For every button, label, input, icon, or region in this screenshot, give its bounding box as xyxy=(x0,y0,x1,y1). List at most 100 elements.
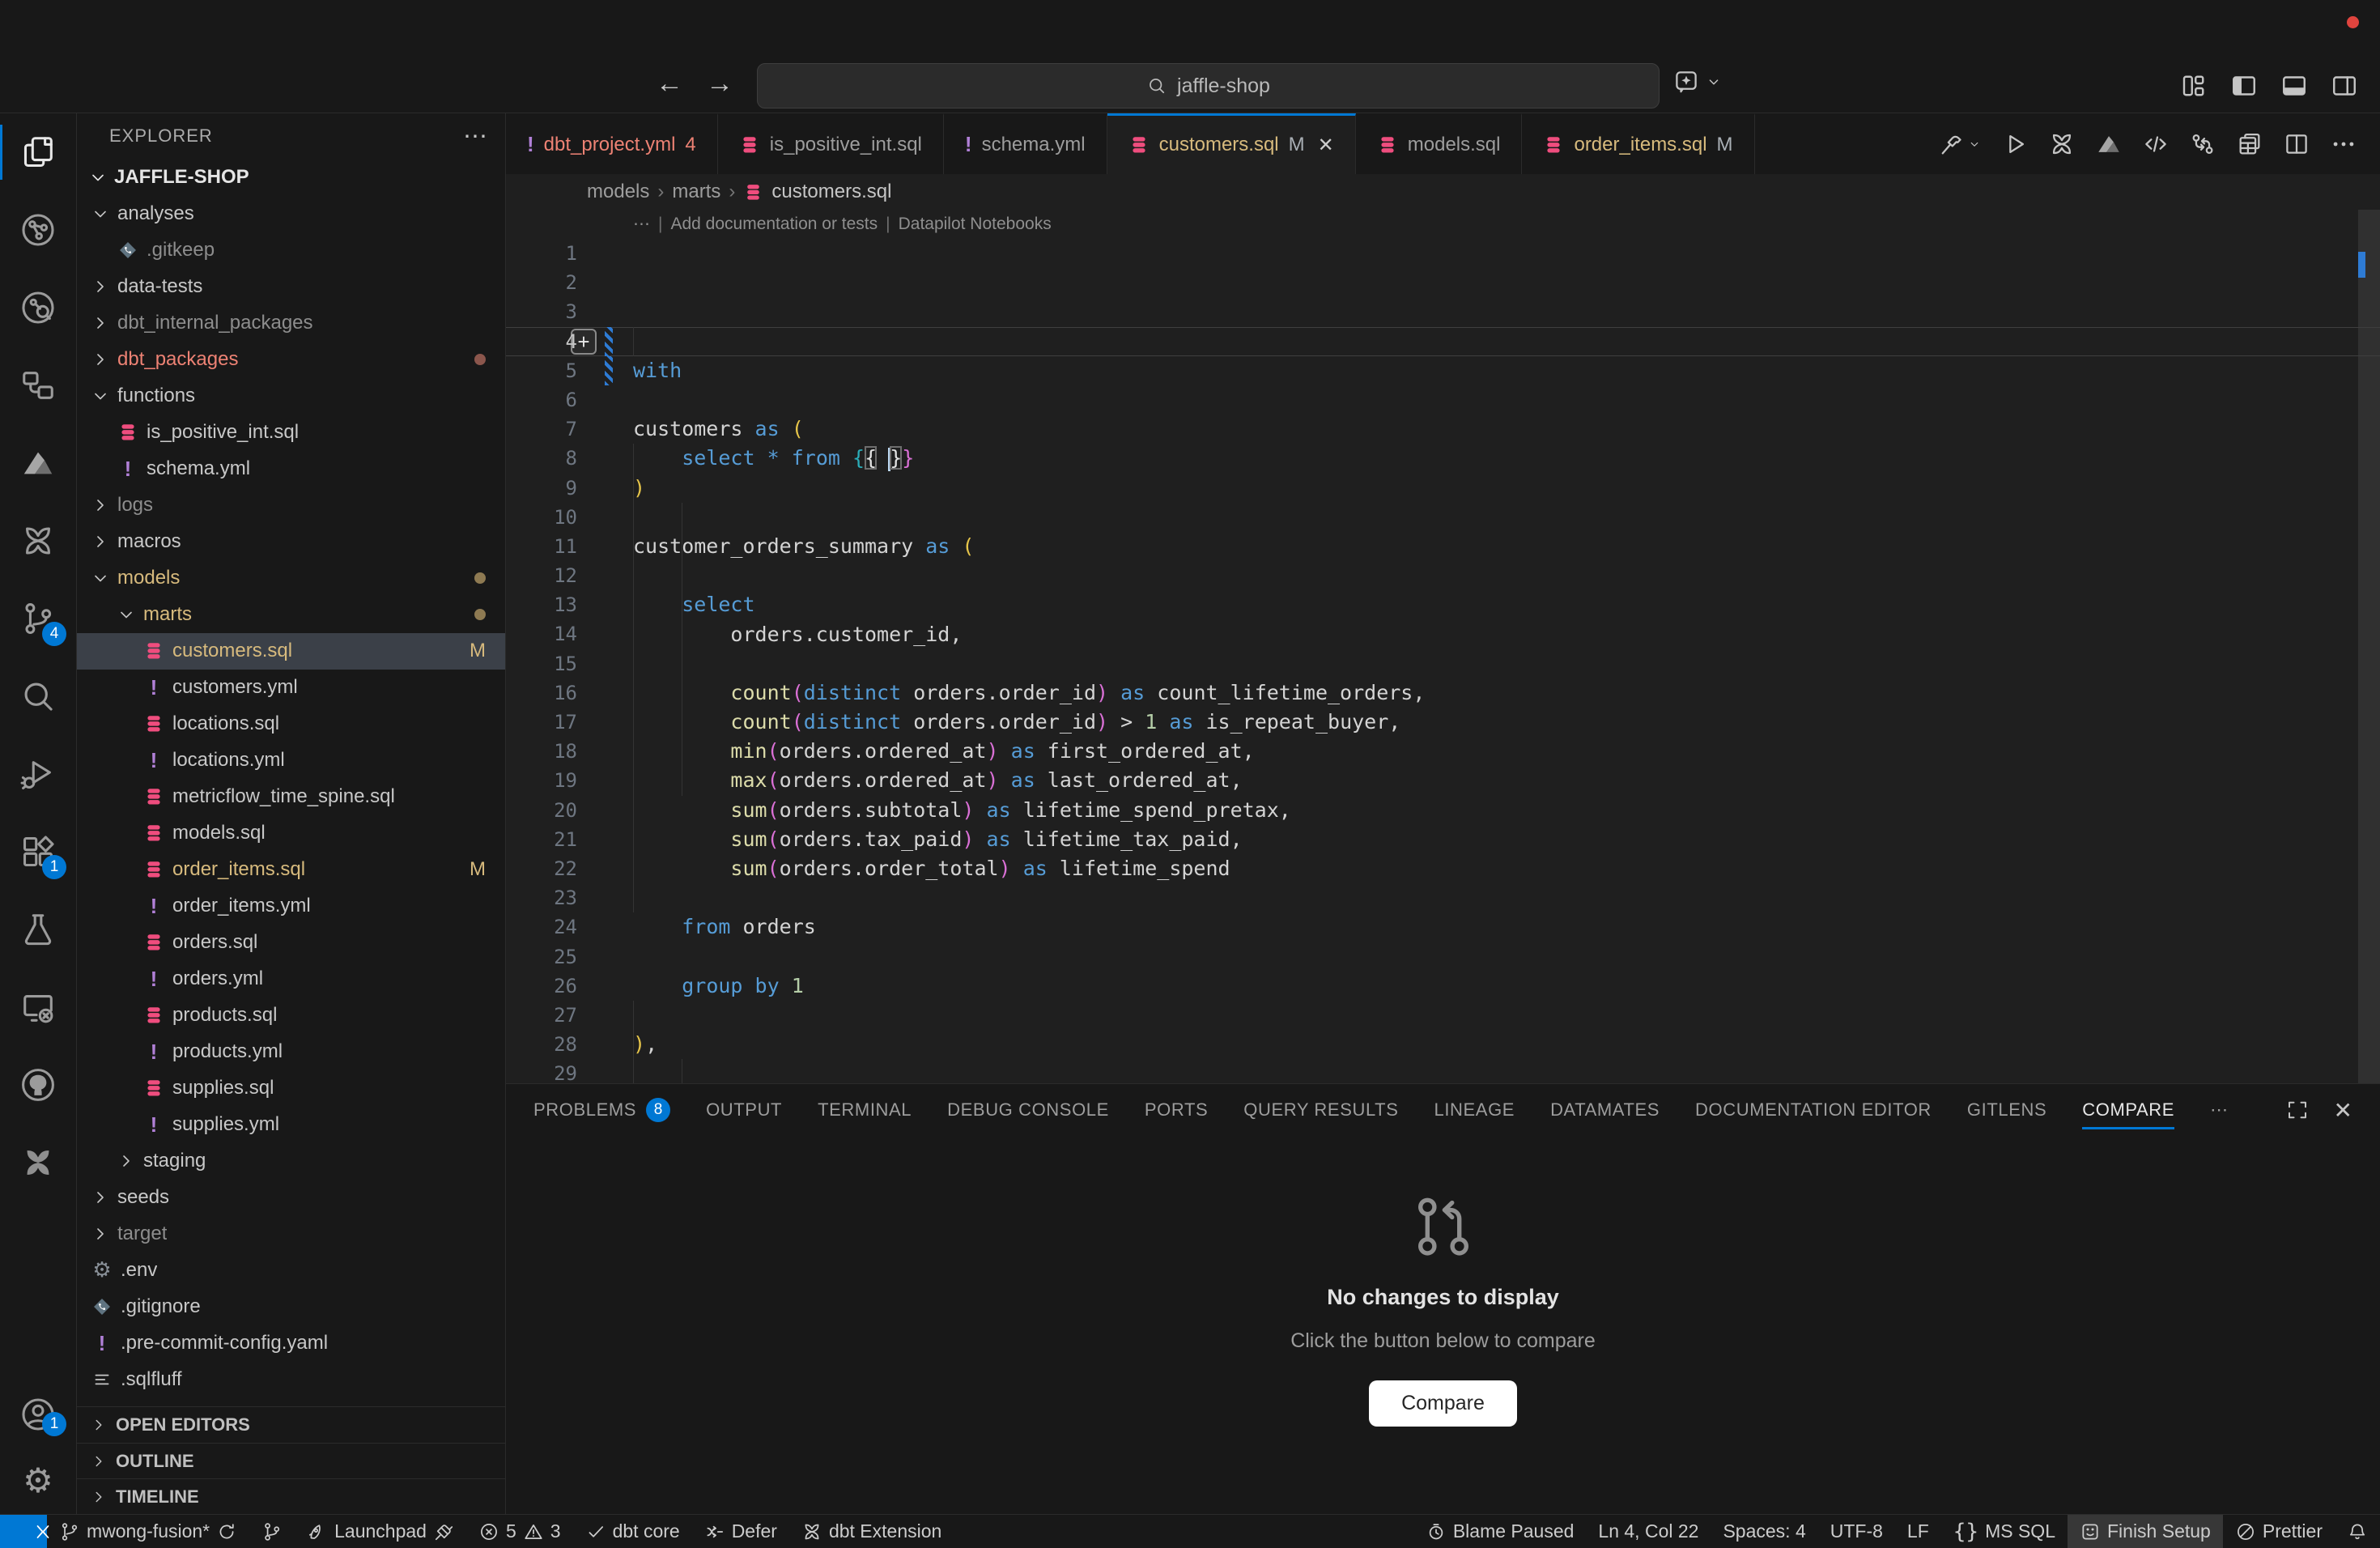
codelens-link[interactable]: Datapilot Notebooks xyxy=(899,215,1052,233)
panel-tab-output[interactable]: OUTPUT xyxy=(706,1084,782,1136)
tab-models.sql[interactable]: models.sql xyxy=(1356,113,1523,174)
section-open-editors[interactable]: OPEN EDITORS xyxy=(77,1407,505,1443)
tree-item-customers.yml[interactable]: !customers.yml xyxy=(77,670,505,706)
panel-more-tabs[interactable]: ⋯ xyxy=(2210,1084,2229,1136)
code-line-20[interactable]: 20 from orders xyxy=(506,796,2380,825)
git-graph-item[interactable] xyxy=(249,1515,295,1548)
activity-testing[interactable] xyxy=(0,891,76,968)
code-line-27[interactable]: 27 xyxy=(506,1001,2380,1030)
tab-is_positive_int.sql[interactable]: is_positive_int.sql xyxy=(718,113,944,174)
panel-tab-lineage[interactable]: LINEAGE xyxy=(1434,1084,1515,1136)
activity-remote-explorer[interactable] xyxy=(0,968,76,1046)
code-line-3[interactable]: 3customers as ( xyxy=(506,297,2380,326)
tree-item-orders.sql[interactable]: orders.sql xyxy=(77,925,505,961)
close-panel-icon[interactable]: ✕ xyxy=(2334,1097,2352,1124)
codelens-more[interactable]: ⋯ xyxy=(633,215,650,233)
compare-button[interactable]: Compare xyxy=(1369,1380,1517,1427)
launchpad-item[interactable]: Launchpad xyxy=(295,1515,466,1548)
breadcrumb-item[interactable]: marts xyxy=(672,181,720,203)
panel-tab-gitlens[interactable]: GITLENS xyxy=(1967,1084,2046,1136)
tree-item-analyses[interactable]: analyses xyxy=(77,196,505,232)
tree-item-supplies.sql[interactable]: supplies.sql xyxy=(77,1070,505,1107)
code-line-6[interactable]: 6 xyxy=(506,385,2380,415)
panel-tab-datamates[interactable]: DATAMATES xyxy=(1550,1084,1660,1136)
activity-datapilot[interactable] xyxy=(0,424,76,502)
tree-item-models.sql[interactable]: models.sql xyxy=(77,815,505,852)
dbt-extension-item[interactable]: dbt Extension xyxy=(789,1515,954,1548)
cursor-position[interactable]: Ln 4, Col 22 xyxy=(1586,1515,1711,1548)
eol[interactable]: LF xyxy=(1895,1515,1941,1548)
tree-item-products.yml[interactable]: !products.yml xyxy=(77,1034,505,1070)
tree-item-order_items.sql[interactable]: order_items.sqlM xyxy=(77,852,505,888)
code-line-22[interactable]: 22 group by 1 xyxy=(506,854,2380,883)
breadcrumb[interactable]: models› marts› customers.sql xyxy=(506,174,2380,210)
activity-dbt-lineage[interactable] xyxy=(0,191,76,269)
tree-item-.gitkeep[interactable]: .gitkeep xyxy=(77,232,505,269)
code-line-9[interactable]: 9 select xyxy=(506,474,2380,503)
code-line-1[interactable]: 1with xyxy=(506,239,2380,268)
command-center-search[interactable]: jaffle-shop xyxy=(757,63,1660,108)
build-tool-button[interactable] xyxy=(1936,130,1982,158)
code-line-28[interactable]: 28 select xyxy=(506,1030,2380,1059)
tree-item-.env[interactable]: ⚙.env xyxy=(77,1252,505,1289)
tree-item-target[interactable]: target xyxy=(77,1216,505,1252)
encoding[interactable]: UTF-8 xyxy=(1818,1515,1895,1548)
tree-item-dbt_internal_packages[interactable]: dbt_internal_packages xyxy=(77,305,505,342)
code-line-21[interactable]: 21 xyxy=(506,825,2380,854)
activity-flow[interactable] xyxy=(0,347,76,424)
git-compare-button[interactable] xyxy=(2189,130,2216,158)
language-mode[interactable]: {}MS SQL xyxy=(1941,1515,2068,1548)
tab-schema.yml[interactable]: !schema.yml xyxy=(944,113,1107,174)
nav-back-button[interactable]: ← xyxy=(656,68,683,100)
code-line-16[interactable]: 16 sum(orders.subtotal) as lifetime_spen… xyxy=(506,678,2380,708)
code-line-18[interactable]: 18 sum(orders.order_total) as lifetime_s… xyxy=(506,737,2380,766)
code-line-15[interactable]: 15 max(orders.ordered_at) as last_ordere… xyxy=(506,649,2380,678)
maximize-panel-icon[interactable] xyxy=(2285,1098,2310,1122)
notifications-bell[interactable] xyxy=(2335,1515,2380,1548)
toggle-sidebar-icon[interactable] xyxy=(2229,71,2259,100)
panel-tab-documentation-editor[interactable]: DOCUMENTATION EDITOR xyxy=(1695,1084,1932,1136)
toggle-secondary-sidebar-icon[interactable] xyxy=(2330,71,2359,100)
tree-item-metricflow_time_spine.sql[interactable]: metricflow_time_spine.sql xyxy=(77,779,505,815)
workspace-root-folder[interactable]: JAFFLE-SHOP xyxy=(77,159,505,196)
tree-item-models[interactable]: models xyxy=(77,560,505,597)
activity-explorer[interactable] xyxy=(0,113,76,191)
code-line-24[interactable]: 24), xyxy=(506,912,2380,942)
panel-tab-terminal[interactable]: TERMINAL xyxy=(818,1084,912,1136)
tab-order_items.sql[interactable]: order_items.sql M xyxy=(1522,113,1754,174)
more-actions-button[interactable] xyxy=(2330,130,2357,158)
tree-item-dbt_packages[interactable]: dbt_packages xyxy=(77,342,505,378)
codelens-link[interactable]: Add documentation or tests xyxy=(670,215,878,233)
tree-item-data-tests[interactable]: data-tests xyxy=(77,269,505,305)
dbt-core-item[interactable]: dbt core xyxy=(573,1515,692,1548)
panel-tab-ports[interactable]: PORTS xyxy=(1145,1084,1208,1136)
close-icon[interactable]: ✕ xyxy=(1318,134,1334,157)
code-line-23[interactable]: 23 xyxy=(506,883,2380,912)
activity-dbt-query[interactable] xyxy=(0,269,76,347)
tree-item-seeds[interactable]: seeds xyxy=(77,1180,505,1216)
tree-item-supplies.yml[interactable]: !supplies.yml xyxy=(77,1107,505,1143)
tree-item-is_positive_int.sql[interactable]: is_positive_int.sql xyxy=(77,415,505,451)
code-line-29[interactable]: 29 customers.*, xyxy=(506,1059,2380,1083)
tree-item-.sqlfluff[interactable]: .sqlfluff xyxy=(77,1362,505,1398)
query-results-button[interactable] xyxy=(2236,130,2263,158)
breadcrumb-item[interactable]: models xyxy=(587,181,649,203)
copilot-button[interactable] xyxy=(1672,68,1723,96)
remote-indicator[interactable] xyxy=(0,1515,47,1548)
split-editor-button[interactable] xyxy=(2283,130,2310,158)
tree-item-marts[interactable]: marts xyxy=(77,597,505,633)
tree-item-products.sql[interactable]: products.sql xyxy=(77,997,505,1034)
activity-accounts[interactable]: 1 xyxy=(0,1381,76,1448)
run-button[interactable] xyxy=(2001,130,2029,158)
tree-item-.sqlfluffignore[interactable]: .sqlfluffignore xyxy=(77,1398,505,1406)
code-line-26[interactable]: 26joined as ( xyxy=(506,972,2380,1001)
tree-item-order_items.yml[interactable]: !order_items.yml xyxy=(77,888,505,925)
activity-source-control[interactable]: 4 xyxy=(0,580,76,657)
tab-customers.sql[interactable]: customers.sql M ✕ xyxy=(1107,113,1356,174)
activity-search[interactable] xyxy=(0,657,76,735)
editor-scrollbar[interactable] xyxy=(2358,210,2380,1083)
tree-item-orders.yml[interactable]: !orders.yml xyxy=(77,961,505,997)
tree-item-macros[interactable]: macros xyxy=(77,524,505,560)
code-line-13[interactable]: 13 count(distinct orders.order_id) > 1 a… xyxy=(506,590,2380,619)
activity-dbt-x[interactable] xyxy=(0,1124,76,1201)
